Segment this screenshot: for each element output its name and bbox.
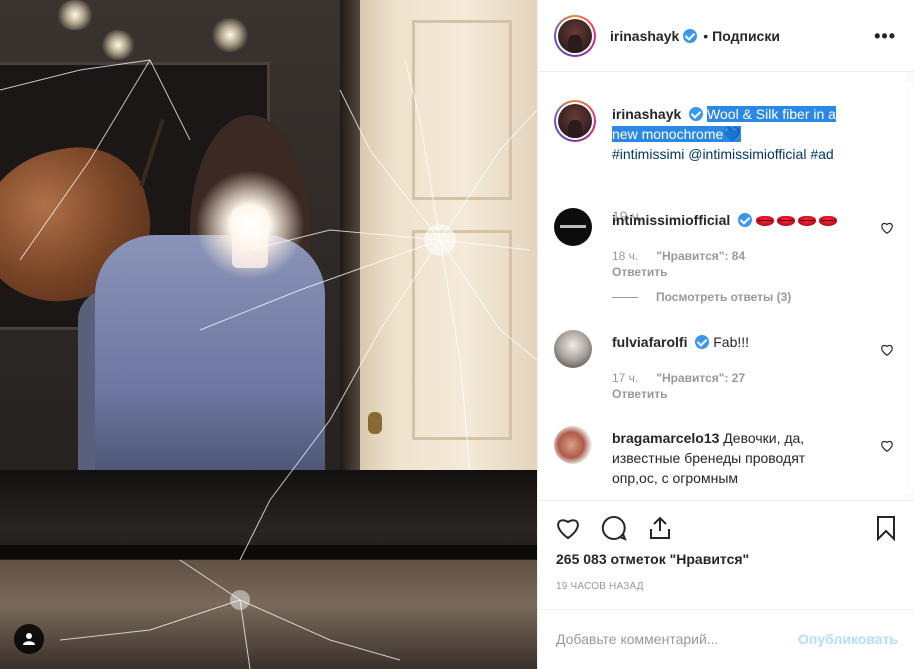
comment-text: intimissimiofficial — [612, 210, 872, 230]
comment-author[interactable]: bragamarcelo13 — [612, 430, 719, 446]
verified-icon — [695, 335, 710, 349]
comment-author[interactable]: fulviafarolfi — [612, 334, 687, 350]
caption-avatar[interactable] — [554, 100, 596, 142]
comment-author[interactable]: intimissimiofficial — [612, 212, 730, 228]
like-comment-heart-icon[interactable] — [880, 343, 894, 357]
heart-icon[interactable] — [554, 514, 582, 542]
verified-icon — [689, 107, 704, 121]
post-header: irinashayk • Подписки ••• — [538, 0, 914, 72]
reply-button[interactable]: Ответить — [612, 387, 667, 401]
comment-text: bragamarcelo13 Девочки, да, известные бр… — [612, 428, 872, 488]
verified-icon — [683, 28, 698, 43]
commenter-avatar[interactable] — [554, 426, 592, 464]
comment-body: Fab!!! — [713, 334, 750, 350]
commenter-avatar[interactable] — [554, 208, 592, 246]
reply-button[interactable]: Ответить — [612, 265, 667, 279]
separator-dot: • — [703, 27, 709, 44]
like-comment-heart-icon[interactable] — [880, 439, 894, 453]
hashtag-link[interactable]: #intimissimi — [612, 146, 684, 162]
comment-item: fulviafarolfi Fab!!! 17 ч. "Нравится": 2… — [554, 330, 894, 410]
comment-body-line: опр,ос, с огромным — [612, 470, 739, 486]
blue-heart-emoji: 💙 — [723, 126, 741, 142]
author-avatar[interactable] — [554, 14, 596, 57]
hashtag-link[interactable]: #ad — [810, 146, 833, 162]
caption-author[interactable]: irinashayk — [612, 106, 681, 122]
more-icon[interactable]: ••• — [874, 26, 896, 47]
lips-emoji — [756, 216, 775, 226]
comment-time: 18 ч. — [612, 249, 639, 263]
view-replies-button[interactable]: Посмотреть ответы (3) — [612, 290, 791, 304]
scrollbar[interactable] — [906, 73, 914, 499]
comment-meta: 17 ч. "Нравится": 27 — [612, 371, 745, 385]
mention-link[interactable]: @intimissimiofficial — [688, 146, 806, 162]
comment-input[interactable] — [556, 628, 776, 650]
user-tag-button[interactable] — [14, 624, 44, 654]
view-replies-label: Посмотреть ответы (3) — [656, 290, 792, 304]
user-tag-icon — [23, 633, 35, 645]
caption: irinashayk Wool & Silk fiber in a new mo… — [554, 100, 894, 224]
mirror-cracks — [0, 59, 537, 669]
caption-text: irinashayk Wool & Silk fiber in a new mo… — [612, 104, 872, 164]
comment-likes[interactable]: "Нравится": 27 — [656, 371, 745, 385]
post-side-panel: irinashayk • Подписки ••• irinashayk Woo… — [537, 0, 914, 669]
lips-emoji — [777, 216, 796, 226]
add-comment-section: Опубликовать — [538, 609, 914, 669]
comment-item: bragamarcelo13 Девочки, да, известные бр… — [554, 426, 894, 499]
comment-text: fulviafarolfi Fab!!! — [612, 332, 872, 352]
comment-meta: 18 ч. "Нравится": 84 — [612, 249, 745, 263]
comment-item: intimissimiofficial 18 ч. "Нравится": 84… — [554, 208, 894, 308]
likes-count[interactable]: 265 083 отметок "Нравится" — [556, 551, 749, 567]
comments-list[interactable]: irinashayk Wool & Silk fiber in a new mo… — [538, 73, 914, 499]
divider — [612, 296, 638, 298]
bookmark-icon[interactable] — [872, 514, 900, 542]
post-photo[interactable] — [0, 0, 537, 669]
like-comment-heart-icon[interactable] — [880, 221, 894, 235]
comment-icon[interactable] — [600, 514, 628, 542]
lips-emoji — [819, 216, 838, 226]
post-time: 19 часов назад — [556, 581, 644, 592]
caption-highlight-2: new monochrome — [612, 126, 724, 142]
verified-icon — [738, 213, 753, 227]
comment-time: 17 ч. — [612, 371, 639, 385]
comment-likes[interactable]: "Нравится": 84 — [656, 249, 745, 263]
comment-body-line: известные бренеды проводят — [612, 450, 806, 466]
share-icon[interactable] — [646, 514, 674, 542]
comment-body-line: Девочки, да, — [723, 430, 805, 446]
author-username[interactable]: irinashayk — [610, 28, 679, 44]
commenter-avatar[interactable] — [554, 330, 592, 368]
publish-button[interactable]: Опубликовать — [798, 631, 898, 647]
following-button[interactable]: Подписки — [712, 28, 780, 44]
lips-emoji — [798, 216, 817, 226]
caption-highlight-1: Wool & Silk fiber in a — [707, 106, 836, 122]
